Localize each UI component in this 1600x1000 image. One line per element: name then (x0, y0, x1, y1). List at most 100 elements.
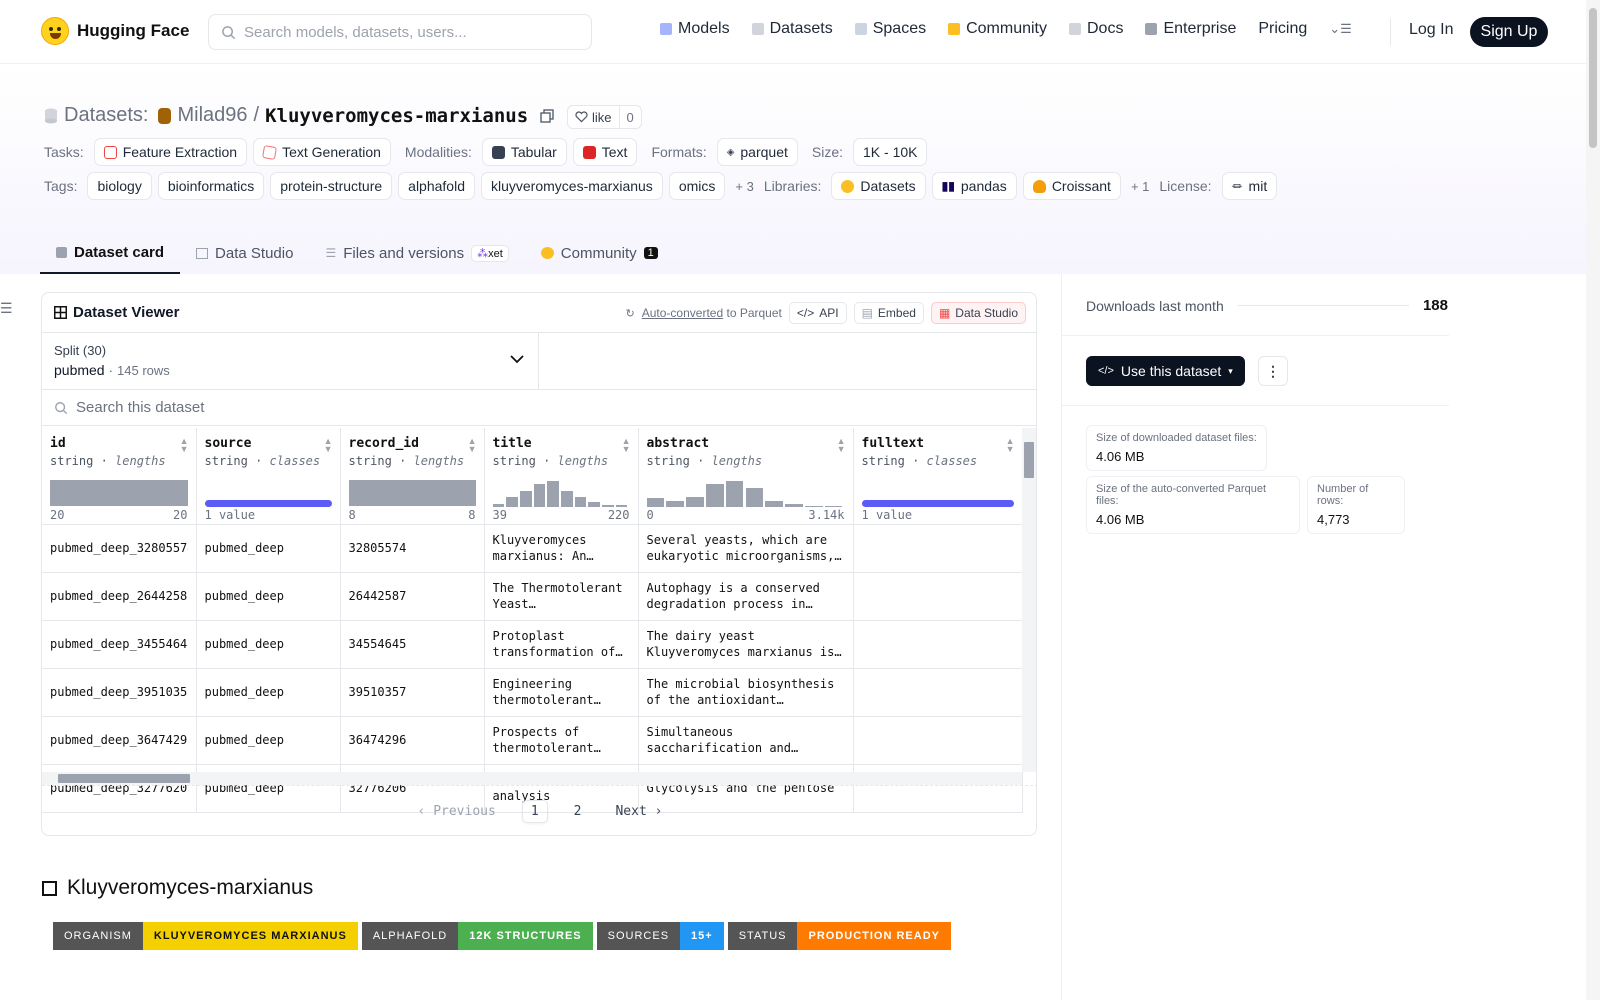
table-cell-fulltext[interactable] (853, 620, 1023, 669)
api-button[interactable]: </> API (788, 302, 847, 324)
table-cell-title[interactable]: The Thermotolerant Yeast Kluyveromyces… (484, 572, 639, 621)
table-row[interactable]: pubmed_deep_39510357 pubmed_deep 39510357 E… (42, 668, 1023, 717)
sort-icon[interactable]: ▲ ▼ (1006, 437, 1015, 454)
table-cell-abstract[interactable]: The dairy yeast Kluyveromyces marxianus … (638, 620, 854, 669)
histogram-bar[interactable] (725, 481, 744, 507)
library-chip-croissant[interactable]: Croissant (1022, 172, 1121, 200)
brand-logo[interactable]: Hugging Face (41, 17, 189, 45)
more-options-button[interactable]: ⋮ (1258, 356, 1288, 386)
tab-files-and-versions[interactable]: ☰ Files and versions ⁂xet (309, 232, 524, 274)
embed-button[interactable]: ▤ Embed (853, 302, 924, 324)
nav-link-models[interactable]: Models (660, 20, 730, 38)
tag-chip[interactable]: omics (668, 172, 726, 200)
table-cell-title[interactable]: Prospects of thermotolerant… (484, 716, 639, 765)
auto-converted-link[interactable]: Auto-converted to Parquet (642, 306, 782, 320)
histogram-bar[interactable] (533, 484, 546, 507)
dataset-search[interactable] (42, 390, 1036, 426)
tag-chip[interactable]: alphafold (398, 172, 475, 200)
global-search[interactable] (208, 14, 592, 50)
table-cell-id[interactable]: pubmed_deep_34554645 (42, 620, 197, 669)
task-chip-feature-extraction[interactable]: Feature Extraction (93, 138, 248, 166)
table-cell-record_id[interactable]: 36474296 (340, 716, 485, 765)
library-chip-datasets[interactable]: Datasets (831, 172, 926, 200)
column-header-title[interactable]: title string · lengths ▲ ▼ 39 220 (484, 428, 639, 525)
use-this-dataset-button[interactable]: </> Use this dataset ▾ (1086, 356, 1245, 386)
like-button[interactable]: like 0 (567, 105, 642, 129)
nav-link-community[interactable]: Community (948, 20, 1047, 38)
page-scrollbar[interactable] (1586, 0, 1600, 1000)
nav-link-enterprise[interactable]: Enterprise (1145, 20, 1236, 38)
global-search-input[interactable] (244, 23, 574, 41)
modality-chip-text[interactable]: Text (572, 138, 638, 166)
table-cell-abstract[interactable]: The microbial biosynthesis of the antiox… (638, 668, 854, 717)
table-cell-title[interactable]: Engineering thermotolerant… (484, 668, 639, 717)
tab-dataset-card[interactable]: Dataset card (40, 232, 181, 274)
table-cell-source[interactable]: pubmed_deep (196, 716, 341, 765)
table-row[interactable]: pubmed_deep_36474296 pubmed_deep 36474296 P… (42, 716, 1023, 765)
histogram-bar[interactable] (547, 481, 559, 507)
previous-page-button[interactable]: ‹ Previous (410, 801, 504, 822)
sort-icon[interactable]: ▲ ▼ (180, 437, 189, 454)
table-cell-source[interactable]: pubmed_deep (196, 668, 341, 717)
table-cell-abstract[interactable]: Several yeasts, which are eukaryotic mic… (638, 524, 854, 573)
table-cell-id[interactable]: pubmed_deep_39510357 (42, 668, 197, 717)
task-chip-text-generation[interactable]: Text Generation (253, 138, 391, 166)
table-cell-record_id[interactable]: 39510357 (340, 668, 485, 717)
table-horizontal-scrollbar[interactable] (42, 772, 1022, 785)
tab-data-studio[interactable]: Data Studio (180, 232, 309, 274)
signup-button[interactable]: Sign Up (1470, 17, 1548, 47)
library-chip-pandas[interactable]: ▮▮ pandas (931, 172, 1017, 200)
login-link[interactable]: Log In (1409, 21, 1453, 39)
histogram-bar[interactable] (588, 502, 601, 507)
histogram-bar[interactable] (646, 498, 665, 507)
nav-link-datasets[interactable]: Datasets (751, 20, 833, 38)
libraries-more[interactable]: + 1 (1131, 179, 1149, 194)
table-row[interactable]: pubmed_deep_26442587 pubmed_deep 26442587 T… (42, 572, 1023, 621)
breadcrumb-owner[interactable]: Milad96 (177, 104, 247, 127)
toc-toggle-icon[interactable]: ☰ (0, 300, 13, 317)
table-row[interactable]: pubmed_deep_32805574 pubmed_deep 32805574 K… (42, 524, 1023, 573)
histogram-bar[interactable] (705, 484, 724, 507)
format-chip-parquet[interactable]: ◈ parquet (716, 138, 798, 166)
table-cell-id[interactable]: pubmed_deep_26442587 (42, 572, 197, 621)
histogram-bar[interactable] (765, 501, 784, 507)
sort-icon[interactable]: ▲ ▼ (837, 437, 846, 454)
nav-link-spaces[interactable]: Spaces (854, 20, 926, 38)
histogram-bar[interactable] (574, 497, 587, 507)
table-cell-fulltext[interactable] (853, 524, 1023, 573)
table-cell-abstract[interactable]: Simultaneous saccharification and fermen… (638, 716, 854, 765)
table-cell-record_id[interactable]: 32805574 (340, 524, 485, 573)
modality-chip-tabular[interactable]: Tabular (481, 138, 567, 166)
dataset-search-input[interactable] (76, 399, 476, 416)
histogram-bar[interactable] (561, 491, 573, 507)
breadcrumb-section[interactable]: Datasets: (64, 104, 148, 127)
column-header-source[interactable]: source string · classes ▲ ▼ 1 value (196, 428, 341, 525)
nav-link-pricing[interactable]: Pricing (1258, 20, 1307, 38)
page-2-button[interactable]: 2 (566, 801, 590, 822)
column-header-record_id[interactable]: record_id string · lengths ▲ ▼ 8 8 (340, 428, 485, 525)
table-cell-fulltext[interactable] (853, 668, 1023, 717)
table-cell-record_id[interactable]: 34554645 (340, 620, 485, 669)
table-cell-record_id[interactable]: 26442587 (340, 572, 485, 621)
table-cell-title[interactable]: Protoplast transformation of… (484, 620, 639, 669)
histogram-bar[interactable] (686, 497, 704, 507)
sort-icon[interactable]: ▲ ▼ (468, 437, 477, 454)
table-vertical-scrollbar[interactable] (1022, 428, 1036, 772)
column-header-id[interactable]: id string · lengths ▲ ▼ 20 20 (42, 428, 197, 525)
next-page-button[interactable]: Next › (607, 801, 670, 822)
table-cell-id[interactable]: pubmed_deep_32805574 (42, 524, 197, 573)
tags-more[interactable]: + 3 (735, 179, 753, 194)
nav-link-docs[interactable]: Docs (1069, 20, 1123, 38)
size-chip[interactable]: 1K - 10K (853, 138, 928, 166)
table-cell-source[interactable]: pubmed_deep (196, 572, 341, 621)
column-header-fulltext[interactable]: fulltext string · classes ▲ ▼ 1 value (853, 428, 1023, 525)
table-cell-abstract[interactable]: Autophagy is a conserved degradation pro… (638, 572, 854, 621)
split-selector[interactable]: Split (30) pubmed · 145 rows (42, 333, 539, 389)
histogram-bar[interactable] (745, 488, 764, 507)
dataset-name[interactable]: Kluyveromyces-marxianus (265, 105, 528, 127)
page-1-button[interactable]: 1 (521, 800, 548, 823)
license-chip[interactable]: ⏛ mit (1221, 172, 1278, 200)
table-cell-fulltext[interactable] (853, 716, 1023, 765)
tab-community[interactable]: Community 1 (525, 232, 674, 274)
table-cell-fulltext[interactable] (853, 572, 1023, 621)
